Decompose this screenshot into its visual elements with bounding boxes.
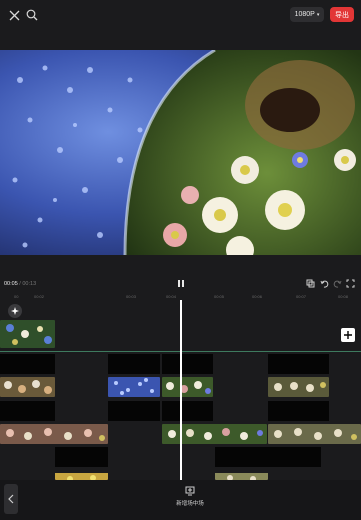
ruler-tick: 00:04 (166, 294, 177, 299)
black-clip[interactable] (162, 354, 213, 374)
ruler-tick: 00:06 (252, 294, 263, 299)
current-time: 00:05 (4, 281, 18, 287)
main-video-clip[interactable] (0, 320, 55, 348)
resolution-dropdown[interactable]: 1080P ▾ (290, 7, 324, 22)
ruler-tick: 00 (14, 294, 19, 299)
black-clip[interactable] (215, 447, 268, 467)
flower-clip[interactable] (215, 470, 268, 480)
dropdown-caret-icon: ▾ (316, 11, 320, 18)
top-bar: 1080P ▾ 导出 (0, 0, 361, 30)
add-clip-button[interactable] (341, 328, 355, 342)
black-clip[interactable] (268, 447, 321, 467)
video-preview[interactable] (0, 50, 361, 255)
undo-icon[interactable] (320, 279, 329, 290)
close-icon[interactable] (6, 7, 22, 23)
back-button[interactable] (4, 484, 18, 514)
black-clip[interactable] (268, 354, 329, 374)
flower-clip[interactable] (55, 470, 108, 480)
time-display: 00:05 / 00:13 (4, 281, 36, 287)
ruler-tick: 00:02 (34, 294, 45, 299)
fullscreen-icon[interactable] (346, 279, 355, 290)
black-clip[interactable] (162, 401, 213, 421)
flower-clip[interactable] (268, 377, 329, 397)
playback-controls: 00:05 / 00:13 (0, 276, 361, 292)
flower-clip[interactable] (162, 424, 267, 444)
black-clip[interactable] (108, 354, 160, 374)
chevron-left-icon (8, 494, 14, 504)
blue-flower-clip[interactable] (108, 377, 160, 397)
sparkle-icon[interactable] (8, 304, 22, 318)
ruler-tick: 00:05 (214, 294, 225, 299)
flower-clip[interactable] (0, 377, 55, 397)
bottom-toolbar: 新增场中场 (0, 480, 361, 520)
export-button[interactable]: 导出 (330, 7, 354, 22)
black-clip[interactable] (0, 354, 55, 374)
ruler-tick: 00:03 (126, 294, 137, 299)
ruler-tick: 00:08 (338, 294, 349, 299)
scene-icon (185, 486, 195, 496)
total-time: 00:13 (22, 281, 37, 287)
redo-icon[interactable] (333, 279, 342, 290)
black-clip[interactable] (55, 447, 108, 467)
black-clip[interactable] (268, 401, 329, 421)
search-icon[interactable] (24, 7, 40, 23)
playhead[interactable] (180, 300, 182, 480)
flower-clip[interactable] (0, 424, 108, 444)
black-clip[interactable] (0, 401, 55, 421)
pause-icon[interactable] (177, 279, 185, 290)
new-scene-label: 新增场中场 (176, 501, 204, 507)
flower-clip[interactable] (162, 377, 213, 397)
keyframe-icon[interactable] (306, 279, 315, 290)
flower-clip[interactable] (268, 424, 361, 444)
resolution-label: 1080P (294, 11, 315, 18)
ruler-tick: 00:07 (296, 294, 307, 299)
new-scene-button[interactable]: 新增场中场 (170, 486, 210, 512)
black-clip[interactable] (108, 401, 160, 421)
